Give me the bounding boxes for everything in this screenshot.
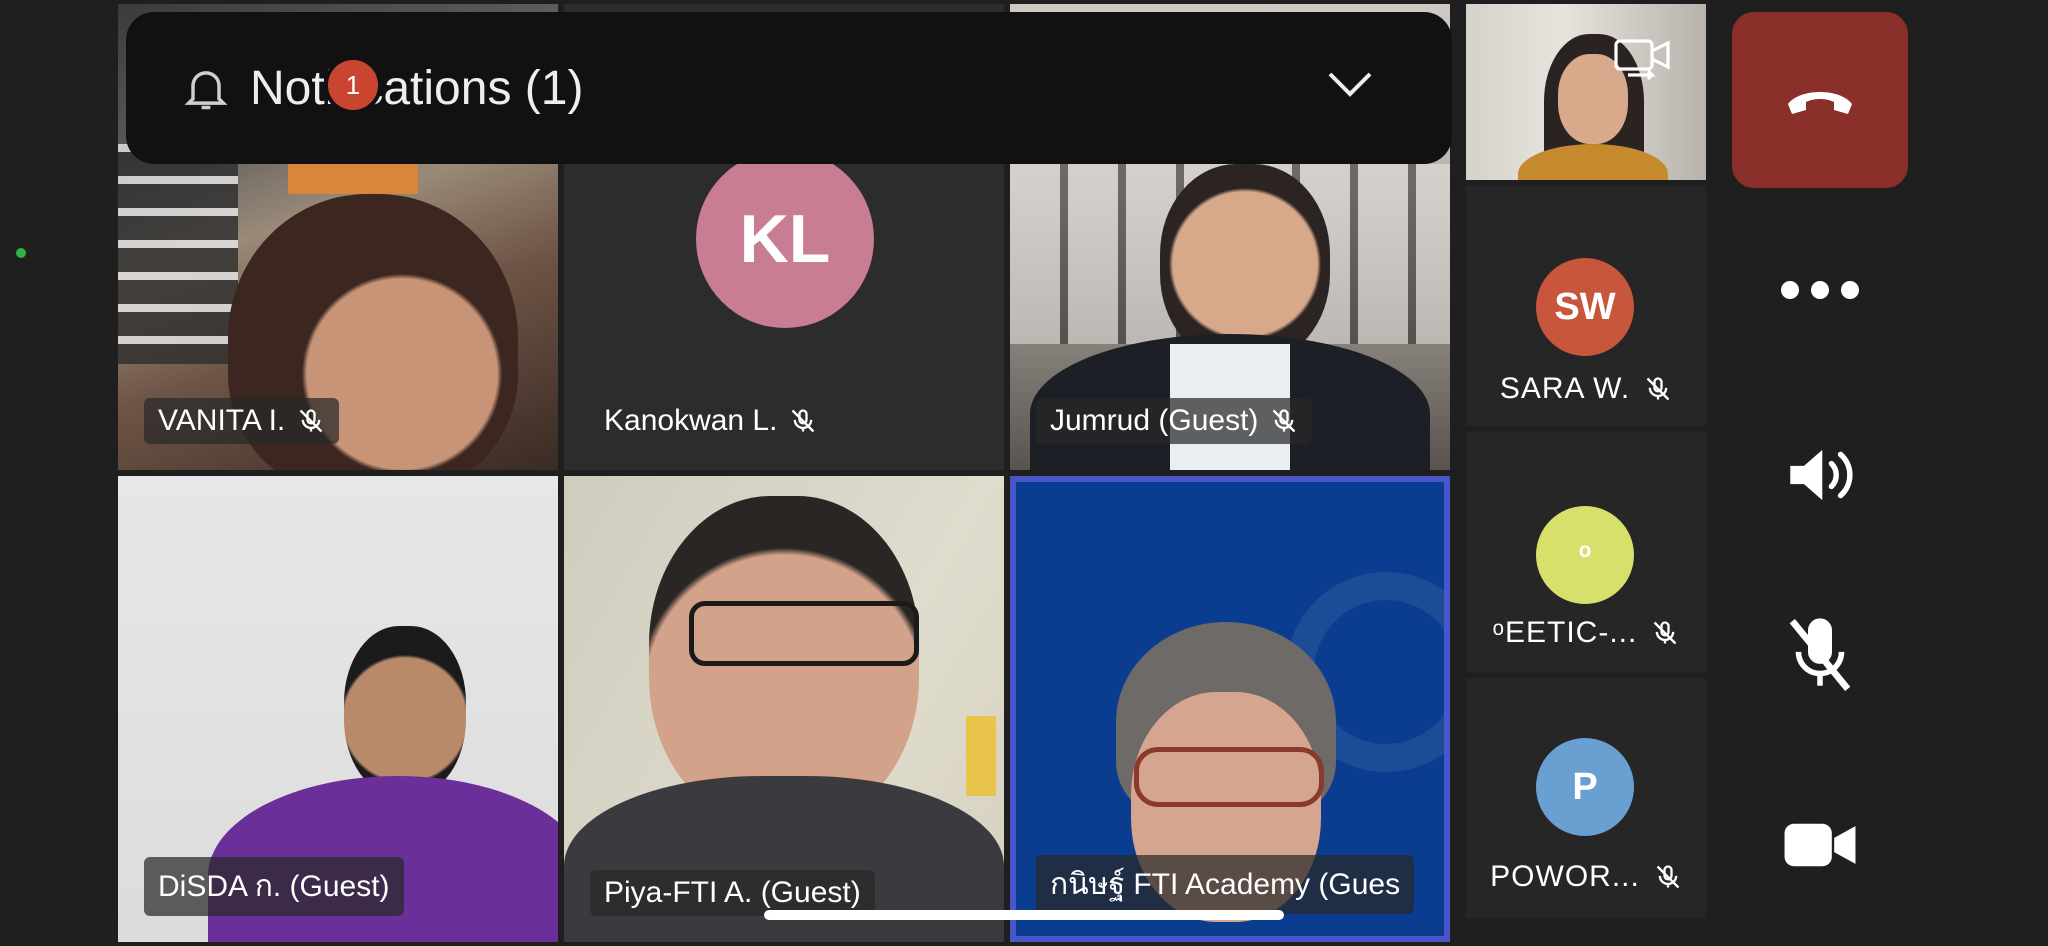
name-tag: SARA W. bbox=[1466, 372, 1706, 406]
notification-title: Notifications (1) bbox=[250, 61, 584, 115]
participant-avatar: ᵒ bbox=[1536, 506, 1634, 604]
status-dot bbox=[16, 248, 26, 258]
name-tag: POWOR... bbox=[1466, 860, 1706, 894]
name-tag: ᵒEETIC-... bbox=[1466, 616, 1706, 650]
glasses bbox=[689, 601, 919, 666]
mic-off-icon bbox=[1270, 407, 1298, 435]
participant-name: Piya-FTI A. (Guest) bbox=[604, 876, 861, 909]
mic-off-icon bbox=[789, 407, 817, 435]
participant-avatar: SW bbox=[1536, 258, 1634, 356]
mute-button[interactable] bbox=[1732, 590, 1908, 720]
notification-banner[interactable]: 1 Notifications (1) bbox=[126, 12, 1452, 164]
participant-avatar: P bbox=[1536, 738, 1634, 836]
participant-avatar: KL bbox=[696, 150, 874, 328]
name-tag: VANITA I. bbox=[144, 398, 340, 444]
more-options-button[interactable] bbox=[1732, 230, 1908, 350]
participant-name: ᵒEETIC-... bbox=[1492, 616, 1638, 649]
participant-tile-piya[interactable]: Piya-FTI A. (Guest) bbox=[564, 476, 1004, 942]
side-participant-eetic[interactable]: ᵒ ᵒEETIC-... bbox=[1466, 432, 1706, 672]
avatar-initials: ᵒ bbox=[1578, 538, 1592, 571]
side-participant-sara[interactable]: SW SARA W. bbox=[1466, 186, 1706, 426]
home-indicator[interactable] bbox=[764, 910, 1284, 920]
name-tag: DiSDA ก. (Guest) bbox=[144, 857, 404, 916]
name-tag: Kanokwan L. bbox=[590, 398, 831, 444]
switch-camera-icon[interactable] bbox=[1612, 30, 1676, 84]
more-icon bbox=[1781, 281, 1859, 299]
participant-name: กนิษฐ์ FTI Academy (Gues bbox=[1050, 868, 1401, 901]
participant-name: SARA W. bbox=[1499, 372, 1631, 405]
speaker-button[interactable] bbox=[1732, 410, 1908, 540]
hang-up-icon bbox=[1784, 80, 1856, 120]
video-camera-icon bbox=[1782, 819, 1858, 871]
end-call-button[interactable] bbox=[1732, 12, 1908, 188]
camera-button[interactable] bbox=[1732, 780, 1908, 910]
avatar-initials: SW bbox=[1554, 285, 1616, 328]
participant-tile-kanit[interactable]: กนิษฐ์ FTI Academy (Gues bbox=[1010, 476, 1450, 942]
participant-name: Jumrud (Guest) bbox=[1050, 404, 1259, 437]
name-tag: Jumrud (Guest) bbox=[1036, 398, 1313, 444]
yellow-note bbox=[966, 716, 996, 796]
participant-name: Kanokwan L. bbox=[604, 404, 778, 437]
mic-off-icon bbox=[1651, 619, 1679, 647]
participant-name: DiSDA ก. (Guest) bbox=[158, 870, 390, 903]
bell-icon bbox=[180, 60, 232, 116]
orange-panel bbox=[288, 164, 418, 194]
chevron-down-icon[interactable] bbox=[1326, 68, 1374, 100]
glasses bbox=[1134, 747, 1324, 807]
notification-badge: 1 bbox=[324, 56, 382, 114]
name-tag: กนิษฐ์ FTI Academy (Gues bbox=[1036, 855, 1415, 914]
ceiling-lights bbox=[118, 144, 238, 364]
mic-off-icon bbox=[297, 407, 325, 435]
side-participant-powor[interactable]: P POWOR... bbox=[1466, 678, 1706, 918]
speaker-icon bbox=[1783, 443, 1857, 507]
mic-off-icon bbox=[1654, 863, 1682, 891]
mic-off-icon bbox=[1644, 375, 1672, 403]
participant-name: POWOR... bbox=[1490, 860, 1640, 893]
avatar-initials: P bbox=[1572, 765, 1598, 808]
participant-name: VANITA I. bbox=[158, 404, 286, 437]
self-view[interactable] bbox=[1466, 4, 1706, 180]
person-head bbox=[344, 626, 466, 796]
avatar-initials: KL bbox=[739, 201, 831, 277]
mic-off-icon bbox=[1783, 615, 1857, 695]
participant-tile-disda[interactable]: DiSDA ก. (Guest) bbox=[118, 476, 558, 942]
